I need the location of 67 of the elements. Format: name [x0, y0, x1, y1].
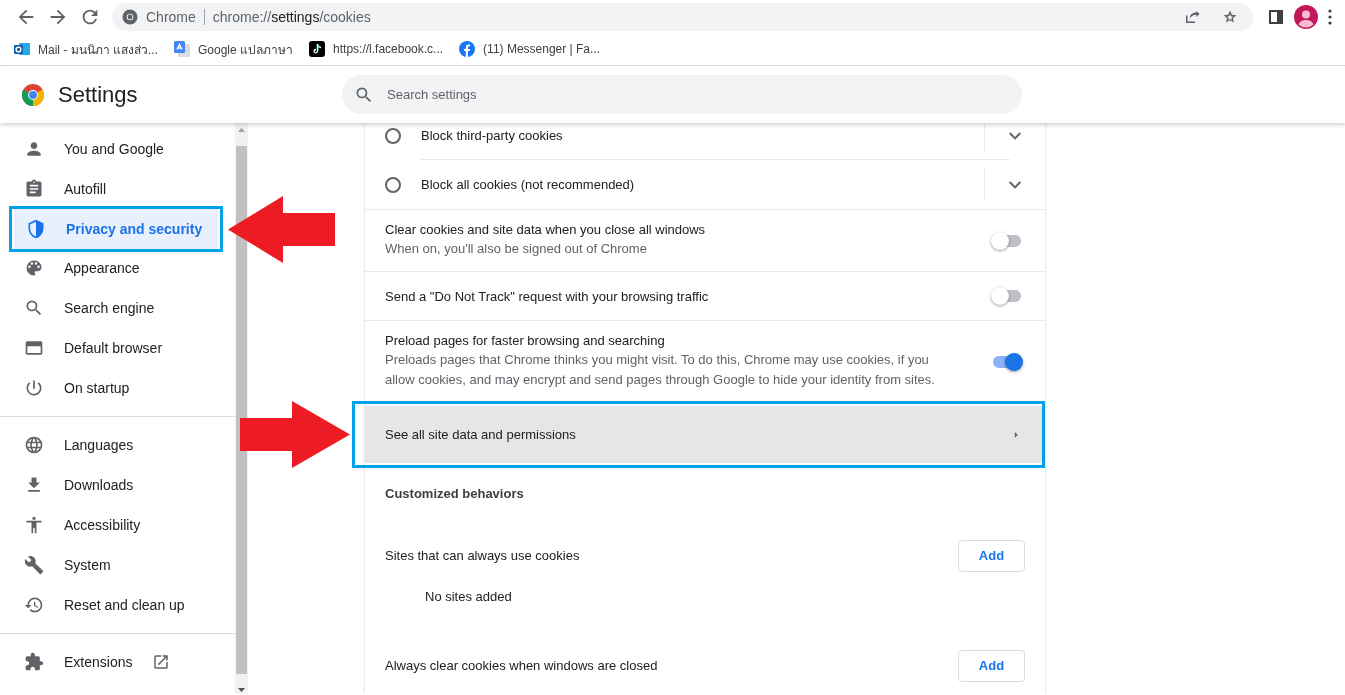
- sidebar-item[interactable]: Extensions: [0, 642, 235, 682]
- menu-icon: [1328, 8, 1332, 25]
- list-heading: Always clear cookies when windows are closed: [385, 658, 658, 673]
- toggle-switch[interactable]: [993, 290, 1021, 302]
- sidebar-item[interactable]: Privacy and security: [14, 209, 218, 249]
- sidebar-item[interactable]: On startup: [0, 368, 235, 408]
- setting-label: Clear cookies and site data when you close all windows: [385, 222, 707, 237]
- chrome-logo-icon: [22, 83, 44, 106]
- sidebar-item[interactable]: Search engine: [0, 288, 235, 328]
- avatar-icon: [1294, 4, 1318, 29]
- sidebar-item[interactable]: Accessibility: [0, 505, 235, 545]
- address-bar[interactable]: Chrome chrome://settings/cookies: [112, 2, 1253, 31]
- bookmark-item[interactable]: Google แปลภาษา: [174, 35, 302, 63]
- setting-description: Preloads pages that Chrome thinks you might visit. To do this, Chrome may use cookies, if you allow cookies, and may encrypt and send pages through Google to hide your identity from sites.: [385, 351, 936, 389]
- setting-label: Send a "Do Not Track" request with your browsing traffic: [385, 288, 710, 304]
- bookmark-item[interactable]: https://l.facebook.c...: [309, 37, 452, 61]
- search-field[interactable]: Search settings: [342, 75, 1022, 114]
- sidebar-item[interactable]: Downloads: [0, 465, 235, 505]
- chrome-logo-icon: [122, 8, 138, 25]
- wrench-icon: [24, 555, 44, 575]
- add-button[interactable]: Add: [958, 539, 1025, 572]
- sidebar-item[interactable]: You and Google: [0, 129, 235, 169]
- option-label: Block all cookies (not recommended): [421, 177, 636, 192]
- setting-label: Preload pages for faster browsing and searching: [385, 333, 666, 348]
- option-label: Block third-party cookies: [421, 128, 564, 143]
- sidebar-item[interactable]: Autofill: [0, 169, 235, 209]
- bookmark-item[interactable]: (11) Messenger | Fa...: [459, 37, 609, 61]
- add-button[interactable]: Add: [958, 649, 1025, 682]
- music-note-icon: [309, 41, 326, 57]
- browser-window-icon: [24, 338, 44, 358]
- social-app-icon: [459, 41, 476, 57]
- search-icon: [24, 298, 44, 318]
- site-name-label: Chrome: [146, 8, 196, 25]
- radio-button[interactable]: [385, 176, 401, 193]
- scroll-down-triangle-icon[interactable]: [238, 688, 245, 692]
- page-title: Settings: [58, 81, 139, 108]
- sidebar-item[interactable]: Reset and clean up: [0, 585, 235, 625]
- profile-button[interactable]: [1291, 2, 1321, 31]
- sidebar-item[interactable]: Languages: [0, 425, 235, 465]
- translate-icon: [174, 41, 190, 57]
- accessibility-icon: [24, 515, 44, 535]
- list-heading: Sites that can always use cookies: [385, 548, 580, 563]
- sidebar-item[interactable]: Default browser: [0, 328, 235, 368]
- chevron-down-icon: [1009, 131, 1021, 140]
- sidebar-item[interactable]: System: [0, 545, 235, 585]
- bookmark-item[interactable]: Mail - มนนิภา แสงส่ว...: [14, 35, 166, 63]
- palette-icon: [24, 258, 44, 278]
- search-icon: [354, 85, 374, 105]
- empty-list-text: No sites added: [425, 589, 512, 604]
- puzzle-piece-icon: [24, 652, 44, 672]
- radio-button[interactable]: [385, 127, 401, 144]
- sidebar-item[interactable]: Appearance: [0, 248, 235, 288]
- history-icon: [24, 595, 44, 615]
- power-icon: [24, 378, 44, 398]
- toggle-switch[interactable]: [993, 355, 1021, 368]
- shield-icon: [26, 219, 46, 239]
- section-heading: Customized behaviors: [385, 485, 524, 501]
- side-panel-icon: [1268, 8, 1284, 25]
- setting-description: When on, you'll also be signed out of Chrome: [385, 240, 648, 258]
- mail-app-icon: [14, 41, 30, 57]
- clipboard-icon: [24, 179, 44, 199]
- scrollbar[interactable]: [235, 123, 248, 694]
- site-data-link-row[interactable]: See all site data and permissions: [365, 406, 1045, 463]
- toggle-switch[interactable]: [993, 234, 1021, 247]
- url-text: chrome://settings/cookies: [212, 8, 372, 25]
- chevron-down-icon: [1009, 180, 1021, 189]
- globe-icon: [24, 435, 44, 455]
